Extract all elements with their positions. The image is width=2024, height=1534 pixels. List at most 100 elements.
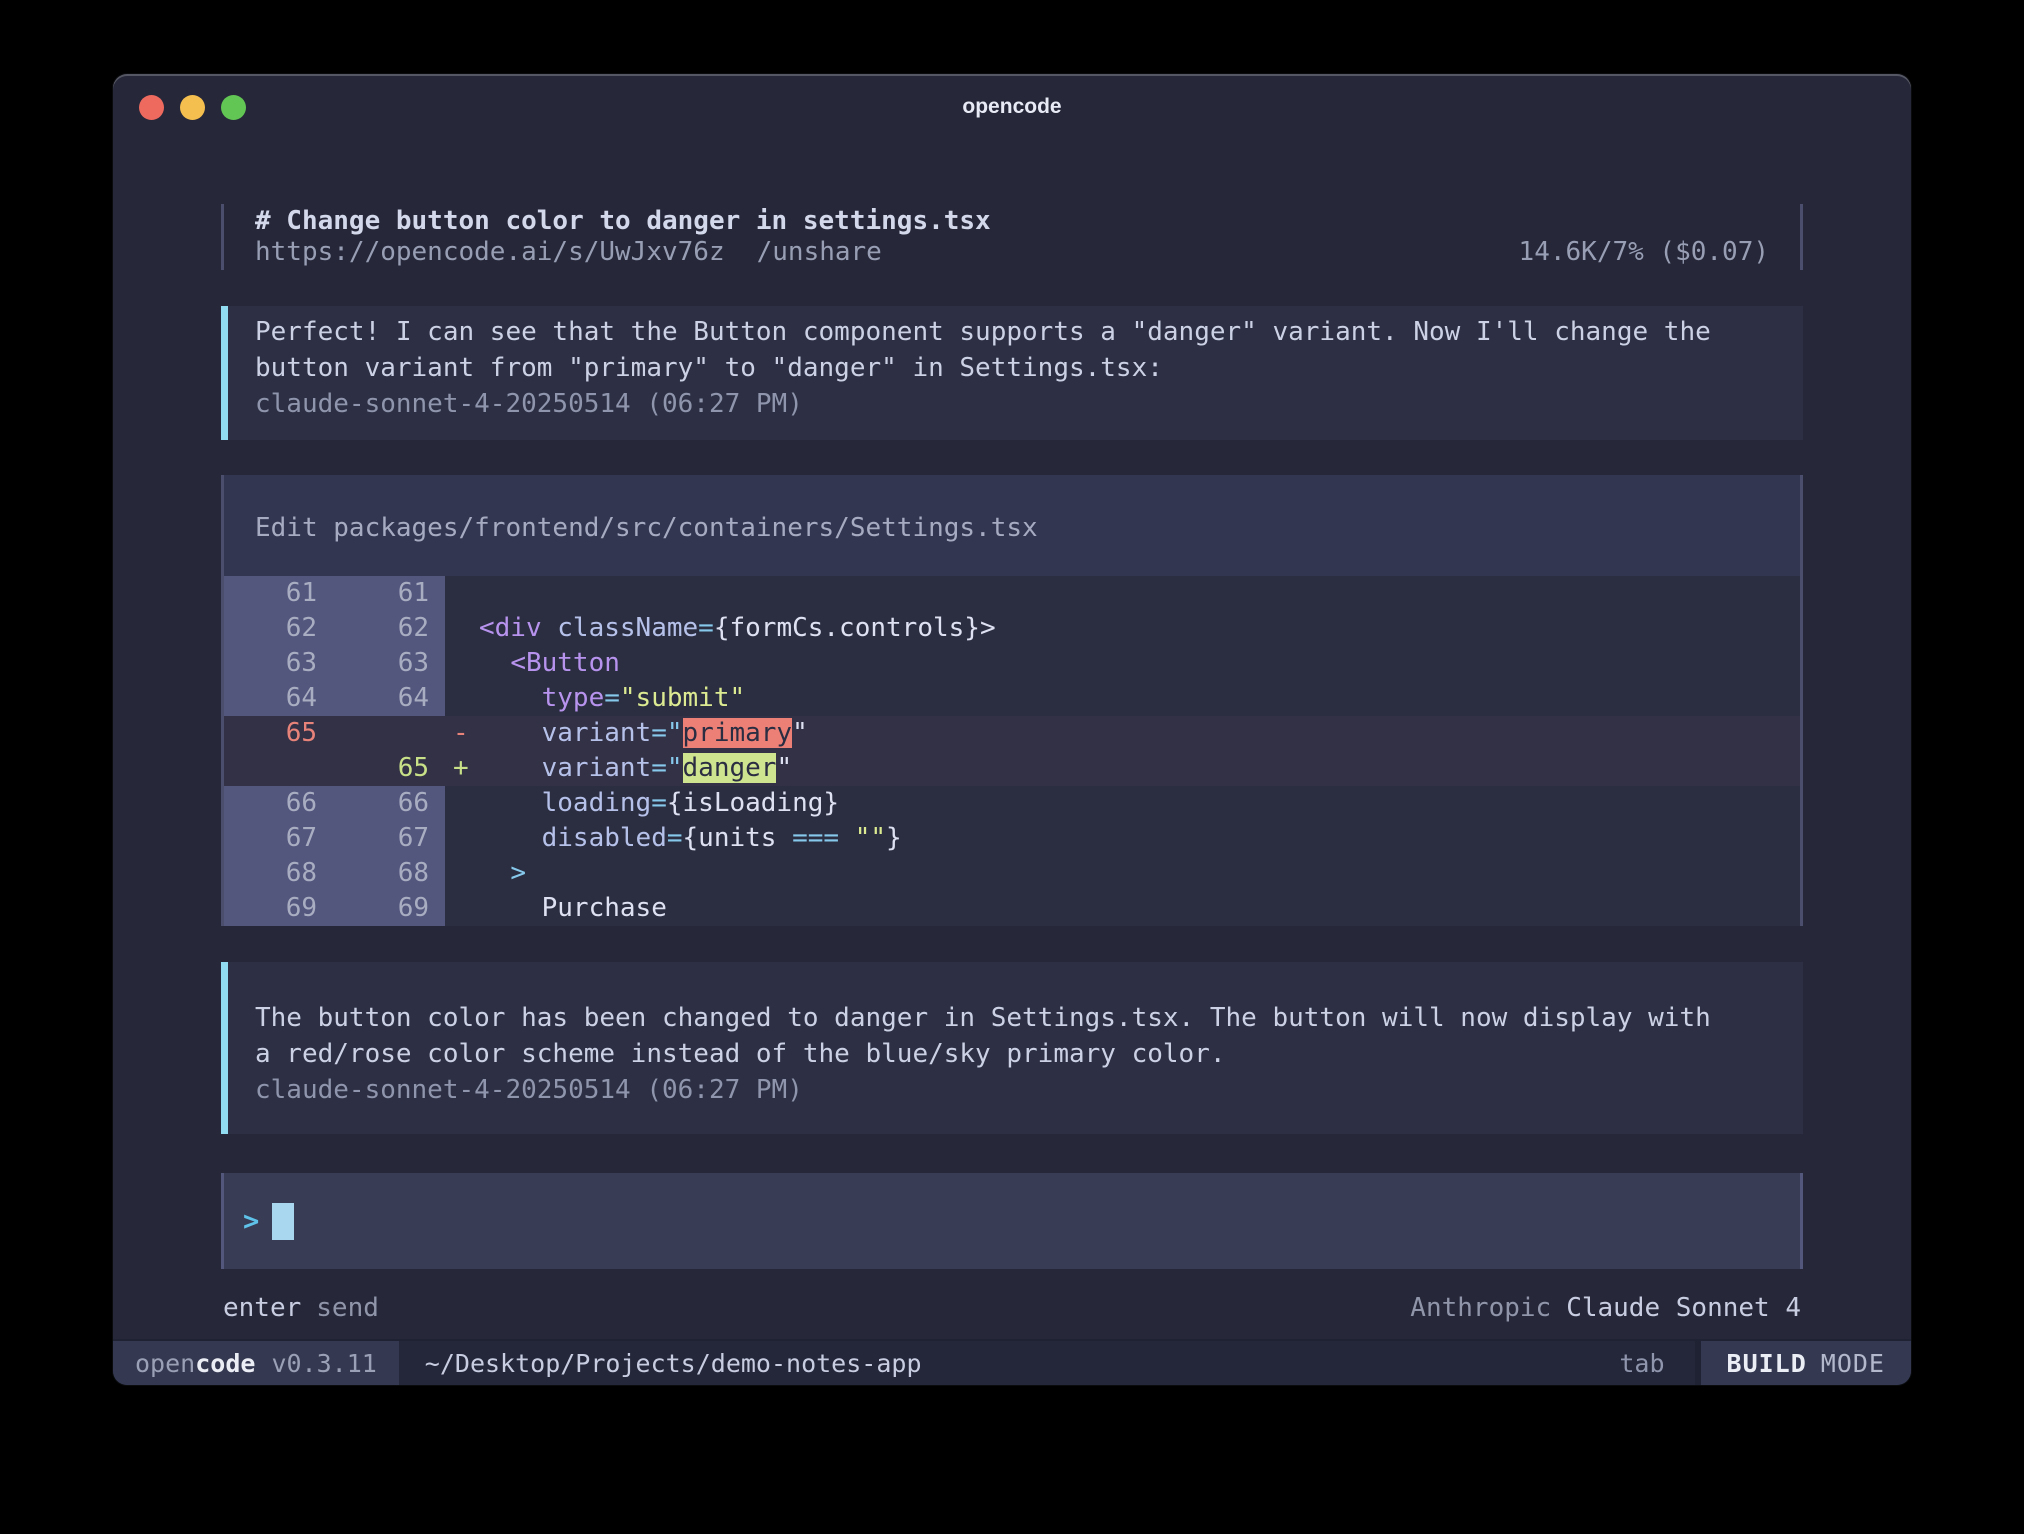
text-cursor — [272, 1203, 294, 1240]
footer-hints: enter send Anthropic Claude Sonnet 4 — [221, 1290, 1803, 1326]
code-token: "submit" — [620, 683, 745, 713]
code-token: { — [667, 788, 683, 818]
code-token: type — [542, 683, 605, 713]
opencode-window: opencode # Change button color to danger… — [113, 74, 1911, 1385]
diff-code-line: variant="primary" — [479, 716, 808, 751]
code-token: " — [792, 718, 808, 748]
diff-sign — [445, 891, 479, 926]
send-action-label: send — [316, 1290, 379, 1326]
code-token: = — [667, 823, 683, 853]
diff-sign: - — [445, 716, 479, 751]
diff-row: 65+ variant="danger" — [221, 751, 1803, 786]
code-token: = — [604, 683, 620, 713]
app-version: v0.3.11 — [271, 1349, 376, 1378]
zoom-button-icon[interactable] — [221, 95, 246, 120]
app-version-chip: opencode v0.3.11 — [113, 1341, 399, 1385]
message-text-line: The button color has been changed to dan… — [255, 1000, 1769, 1036]
prompt-input[interactable]: > — [221, 1173, 1803, 1269]
message-text-line: button variant from "primary" to "danger… — [255, 350, 1769, 386]
diff-sign: + — [445, 751, 479, 786]
code-token: variant — [542, 753, 652, 783]
diff-table: 61616262<div className={formCs.controls}… — [221, 576, 1803, 926]
code-token: primary — [683, 718, 793, 748]
share-url-link[interactable]: https://opencode.ai/s/UwJxv76z — [255, 237, 725, 268]
diff-new-line-number: 64 — [333, 681, 445, 716]
code-token: > — [510, 858, 526, 888]
session-title: # Change button color to danger in setti… — [255, 206, 1769, 237]
diff-old-line-number: 67 — [221, 821, 333, 856]
mode-name: BUILD — [1727, 1349, 1807, 1378]
diff-code-line: disabled={units === ""} — [479, 821, 902, 856]
code-token: danger — [683, 753, 777, 783]
diff-old-line-number: 62 — [221, 611, 333, 646]
diff-old-line-number: 68 — [221, 856, 333, 891]
message-model-timestamp: claude-sonnet-4-20250514 (06:27 PM) — [255, 386, 1769, 422]
diff-new-line-number: 66 — [333, 786, 445, 821]
mode-chip: BUILD MODE — [1701, 1341, 1911, 1385]
code-token: { — [683, 823, 699, 853]
diff-new-line-number: 63 — [333, 646, 445, 681]
titlebar[interactable]: opencode — [113, 74, 1911, 140]
code-token: === — [792, 823, 839, 853]
session-header: # Change button color to danger in setti… — [221, 204, 1803, 270]
message-text-line: Perfect! I can see that the Button compo… — [255, 314, 1769, 350]
code-token: }> — [964, 613, 995, 643]
diff-row: 6666 loading={isLoading} — [221, 786, 1803, 821]
diff-row: 6969 Purchase — [221, 891, 1803, 926]
diff-code-line: Purchase — [479, 891, 667, 926]
working-directory: ~/Desktop/Projects/demo-notes-app — [425, 1341, 922, 1385]
code-token: "" — [855, 823, 886, 853]
assistant-message: The button color has been changed to dan… — [221, 962, 1803, 1134]
diff-code-line: <Button — [479, 646, 620, 681]
close-button-icon[interactable] — [139, 95, 164, 120]
minimize-button-icon[interactable] — [180, 95, 205, 120]
diff-old-line-number: 66 — [221, 786, 333, 821]
tab-key-hint: tab — [1619, 1341, 1664, 1385]
message-model-timestamp: claude-sonnet-4-20250514 (06:27 PM) — [255, 1072, 1769, 1108]
diff-old-line-number: 64 — [221, 681, 333, 716]
code-token: formCs.controls — [729, 613, 964, 643]
provider-label: Anthropic — [1410, 1290, 1551, 1326]
diff-row: 6262<div className={formCs.controls}> — [221, 611, 1803, 646]
diff-row: 6868 > — [221, 856, 1803, 891]
code-token: } — [886, 823, 902, 853]
diff-code-line: <div className={formCs.controls}> — [479, 611, 996, 646]
diff-row: 6363 <Button — [221, 646, 1803, 681]
diff-row: 6464 type="submit" — [221, 681, 1803, 716]
diff-new-line-number: 69 — [333, 891, 445, 926]
diff-new-line-number: 65 — [333, 751, 445, 786]
enter-key-hint: enter — [223, 1290, 301, 1326]
model-label: Claude Sonnet 4 — [1566, 1290, 1801, 1326]
diff-sign — [445, 786, 479, 821]
mode-suffix: MODE — [1821, 1349, 1885, 1378]
code-token — [542, 613, 558, 643]
diff-code-line: type="submit" — [479, 681, 745, 716]
prompt-chevron-icon: > — [243, 1206, 259, 1237]
code-token — [839, 823, 855, 853]
diff-row: 6161 — [221, 576, 1803, 611]
diff-code-line: loading={isLoading} — [479, 786, 839, 821]
diff-row: 65 - variant="primary" — [221, 716, 1803, 751]
code-token: } — [823, 788, 839, 818]
code-token: isLoading — [683, 788, 824, 818]
code-token — [479, 823, 542, 853]
code-token: loading — [542, 788, 652, 818]
code-token: = — [698, 613, 714, 643]
code-token — [479, 683, 542, 713]
diff-sign — [445, 611, 479, 646]
diff-old-line-number: 65 — [221, 716, 333, 751]
code-token: Purchase — [542, 893, 667, 923]
diff-row: 6767 disabled={units === ""} — [221, 821, 1803, 856]
code-token: units — [698, 823, 776, 853]
code-token: " — [776, 753, 792, 783]
code-token: =" — [651, 753, 682, 783]
code-token: variant — [542, 718, 652, 748]
token-usage-cost: 14.6K/7% ($0.07) — [1519, 237, 1769, 268]
unshare-command-hint: /unshare — [757, 237, 882, 268]
diff-sign — [445, 681, 479, 716]
diff-new-line-number — [333, 716, 445, 751]
code-token — [479, 858, 510, 888]
main-content: # Change button color to danger in setti… — [221, 204, 1803, 1326]
diff-sign — [445, 821, 479, 856]
edit-tool-panel: Edit packages/frontend/src/containers/Se… — [221, 475, 1803, 926]
